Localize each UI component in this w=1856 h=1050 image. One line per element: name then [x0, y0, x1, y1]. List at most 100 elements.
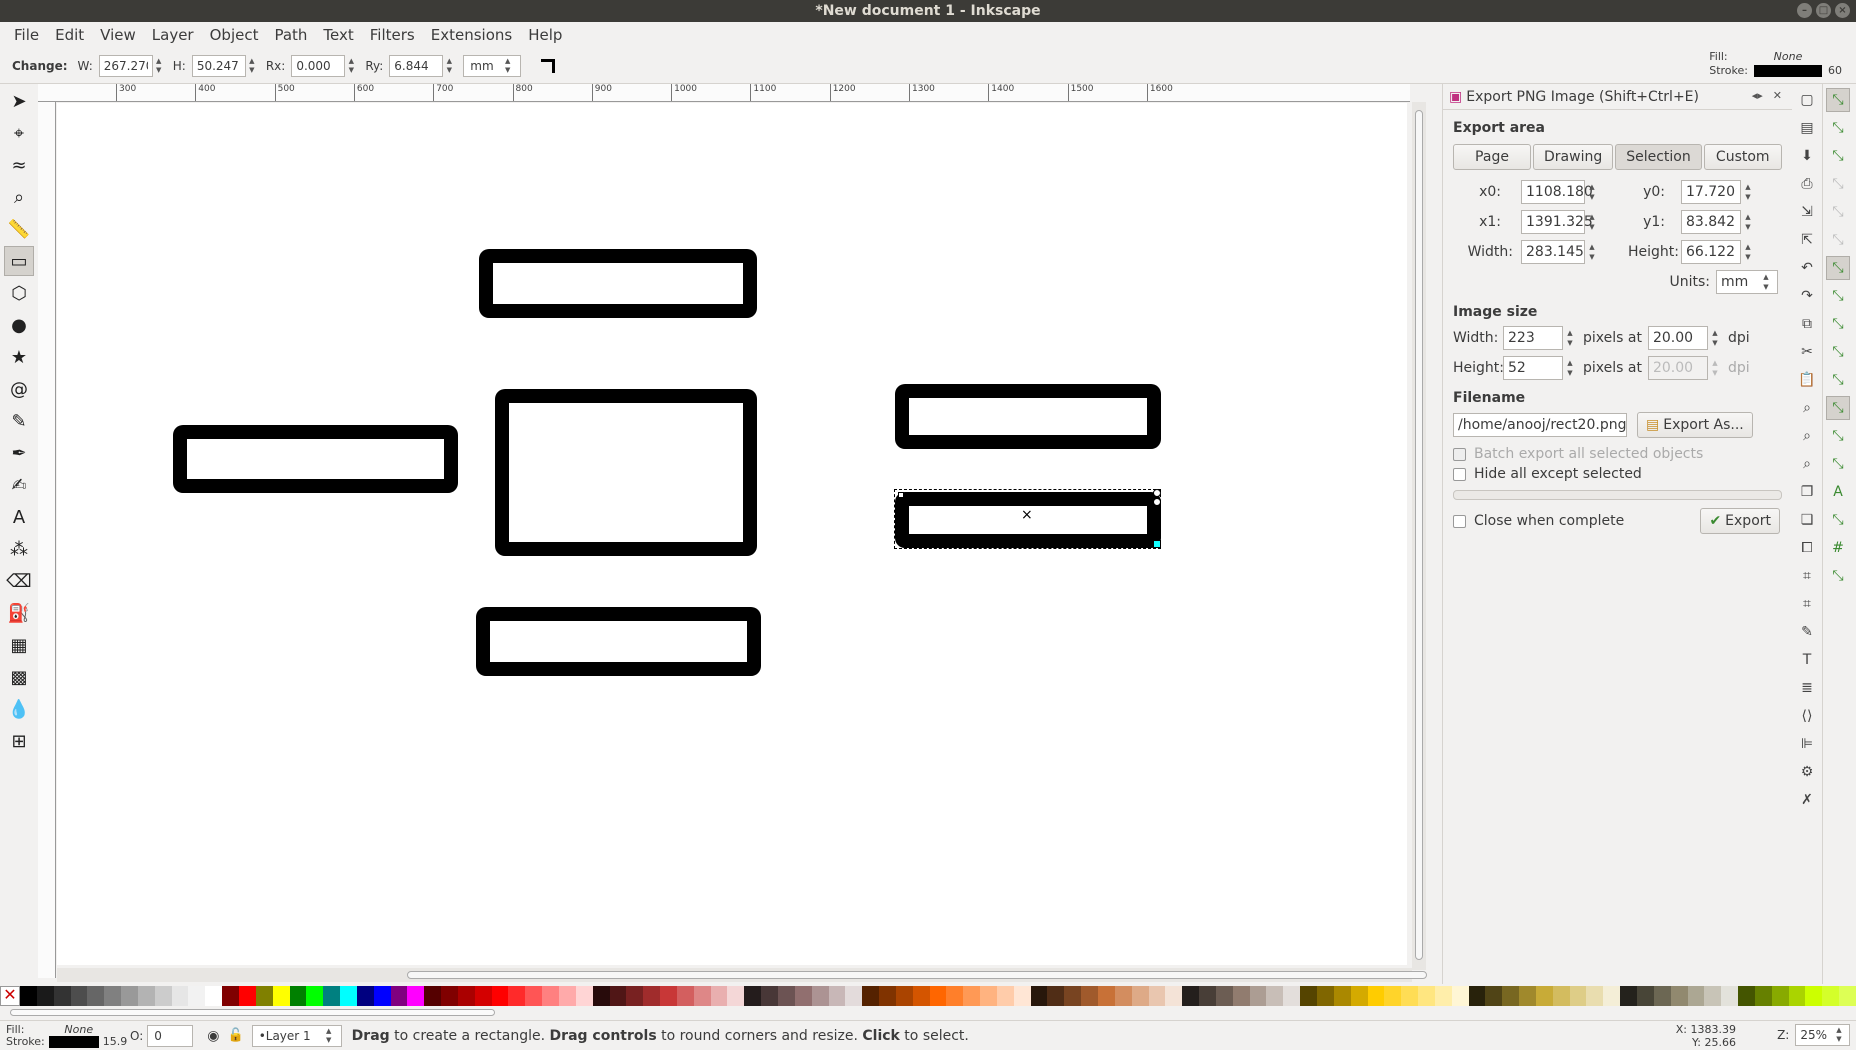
export-button[interactable]: ✔ Export — [1700, 508, 1780, 534]
corner-handle-icon[interactable] — [1153, 489, 1161, 497]
dpi-input[interactable]: 20.00 — [1647, 326, 1708, 350]
spin-arrows-icon[interactable]: ▲ ▼ — [153, 57, 165, 75]
color-swatch[interactable] — [104, 986, 122, 1006]
spin-arrows-icon[interactable]: ▲ ▼ — [1585, 212, 1599, 232]
color-swatch[interactable] — [1620, 986, 1637, 1006]
color-swatch[interactable] — [1384, 986, 1402, 1006]
color-swatch[interactable] — [137, 986, 155, 1006]
corner-handle-icon[interactable] — [1153, 498, 1161, 506]
close-icon[interactable]: × — [1835, 3, 1850, 18]
area-page-button[interactable]: Page — [1453, 144, 1531, 170]
snap-smooth-icon[interactable]: ⤡ — [1826, 368, 1850, 392]
fill-stroke-icon[interactable]: ✎ — [1795, 620, 1819, 644]
color-swatch[interactable] — [36, 986, 54, 1006]
spin-arrows-icon[interactable]: ▲ ▼ — [246, 57, 258, 75]
dropper-tool-icon[interactable]: 💧 — [4, 694, 34, 724]
color-swatch[interactable] — [1586, 986, 1604, 1006]
palette-scroll-thumb[interactable] — [10, 1009, 495, 1016]
color-swatch[interactable] — [424, 986, 442, 1006]
close-when-complete-checkbox[interactable] — [1453, 514, 1466, 528]
snap-bbox-edge-icon[interactable]: ⤡ — [1826, 144, 1850, 168]
color-swatch[interactable] — [1805, 986, 1823, 1006]
rect-width-input[interactable] — [98, 54, 153, 77]
color-swatch[interactable] — [1687, 986, 1705, 1006]
resize-handle-icon[interactable] — [1153, 540, 1161, 548]
pen-tool-icon[interactable]: ✒ — [4, 438, 34, 468]
area-width-input[interactable]: 283.145 — [1521, 240, 1585, 264]
color-swatch[interactable] — [70, 986, 88, 1006]
img-height-input[interactable]: 52 — [1503, 356, 1563, 380]
snap-cusp-icon[interactable]: ⤡ — [1826, 340, 1850, 364]
spin-arrows-icon[interactable]: ▲ ▼ — [1563, 358, 1577, 378]
y1-input[interactable]: 83.842 — [1681, 210, 1741, 234]
node-tool-icon[interactable]: ⌖ — [4, 118, 34, 148]
vertical-ruler[interactable] — [38, 102, 56, 978]
connector-tool-icon[interactable]: ⊞ — [4, 726, 34, 756]
color-swatch[interactable] — [1721, 986, 1739, 1006]
color-swatch[interactable] — [1771, 986, 1789, 1006]
color-swatch[interactable] — [272, 986, 290, 1006]
rect-height-input[interactable] — [191, 54, 246, 77]
color-swatch[interactable] — [525, 986, 543, 1006]
area-height-input[interactable]: 66.122 — [1681, 240, 1741, 264]
color-swatch[interactable] — [1131, 986, 1149, 1006]
align-icon[interactable]: ⊫ — [1795, 732, 1819, 756]
menu-file[interactable]: File — [6, 26, 47, 44]
spin-arrows-icon[interactable]: ▲ ▼ — [1833, 1026, 1845, 1044]
close-dialog-icon[interactable]: ✕ — [1773, 89, 1782, 102]
area-selection-button[interactable]: Selection — [1615, 144, 1702, 170]
y0-input[interactable]: 17.720 — [1681, 180, 1741, 204]
color-swatch[interactable] — [1266, 986, 1284, 1006]
rect-rx-input[interactable] — [291, 54, 346, 77]
color-swatch[interactable] — [121, 986, 138, 1006]
no-paint-swatch[interactable]: ✕ — [0, 986, 20, 1006]
snap-page-border-icon[interactable]: ⤡ — [1826, 508, 1850, 532]
snap-guide-icon[interactable]: ⤡ — [1826, 564, 1850, 588]
horizontal-ruler[interactable]: 300 400 500 600 700 800 900 1000 1100 1200 1300 140… — [38, 84, 1410, 102]
batch-export-checkbox[interactable]: Batch export all selected objects — [1453, 446, 1792, 462]
spin-arrows-icon[interactable]: ▲ ▼ — [1741, 212, 1755, 232]
color-swatch[interactable] — [1333, 986, 1351, 1006]
color-swatch[interactable] — [592, 986, 610, 1006]
color-swatch[interactable] — [1283, 986, 1301, 1006]
text-font-icon[interactable]: T — [1795, 648, 1819, 672]
color-swatch[interactable] — [1704, 986, 1722, 1006]
gradient-tool-icon[interactable]: ▦ — [4, 630, 34, 660]
duplicate-icon[interactable]: ❐ — [1795, 480, 1819, 504]
ellipse-tool-icon[interactable]: ● — [4, 310, 34, 340]
lock-icon[interactable]: 🔓 — [228, 1028, 244, 1043]
color-swatch[interactable] — [895, 986, 913, 1006]
color-swatch[interactable] — [1114, 986, 1132, 1006]
zoom-tool-icon[interactable]: ⌕ — [4, 182, 34, 212]
color-swatch[interactable] — [373, 986, 391, 1006]
spin-arrows-icon[interactable]: ▲ ▼ — [1708, 328, 1722, 348]
snap-bbox-icon[interactable]: ⤡ — [1826, 116, 1850, 140]
color-swatch[interactable] — [1468, 986, 1486, 1006]
color-swatch[interactable] — [1300, 986, 1317, 1006]
color-swatch[interactable] — [559, 986, 576, 1006]
snap-midpoint-icon[interactable]: ⤡ — [1826, 396, 1850, 420]
snap-text-baseline-icon[interactable]: A — [1826, 480, 1850, 504]
color-swatch[interactable] — [609, 986, 627, 1006]
rectangle-object[interactable] — [173, 425, 458, 493]
color-swatch[interactable] — [188, 986, 206, 1006]
color-swatch[interactable] — [1519, 986, 1536, 1006]
spin-arrows-icon[interactable]: ▲ ▼ — [345, 57, 357, 75]
color-swatch[interactable] — [1418, 986, 1435, 1006]
units-select[interactable]: mm ▲ ▼ — [1716, 270, 1778, 294]
snap-intersection-icon[interactable]: ⤡ — [1826, 312, 1850, 336]
color-swatch[interactable] — [205, 986, 223, 1006]
color-swatch[interactable] — [980, 986, 997, 1006]
color-swatch[interactable] — [1249, 986, 1267, 1006]
color-swatch[interactable] — [744, 986, 762, 1006]
snap-bbox-midpoint-icon[interactable]: ⤡ — [1826, 200, 1850, 224]
star-tool-icon[interactable]: ★ — [4, 342, 34, 372]
color-swatch[interactable] — [828, 986, 846, 1006]
color-swatch[interactable] — [1030, 986, 1048, 1006]
mesh-tool-icon[interactable]: ▩ — [4, 662, 34, 692]
clone-icon[interactable]: ❏ — [1795, 508, 1819, 532]
current-layer-select[interactable]: •Layer 1 ▲ ▼ — [251, 1024, 342, 1047]
color-swatch[interactable] — [1535, 986, 1553, 1006]
snap-bbox-corner-icon[interactable]: ⤡ — [1826, 172, 1850, 196]
snap-path-icon[interactable]: ⤡ — [1826, 284, 1850, 308]
